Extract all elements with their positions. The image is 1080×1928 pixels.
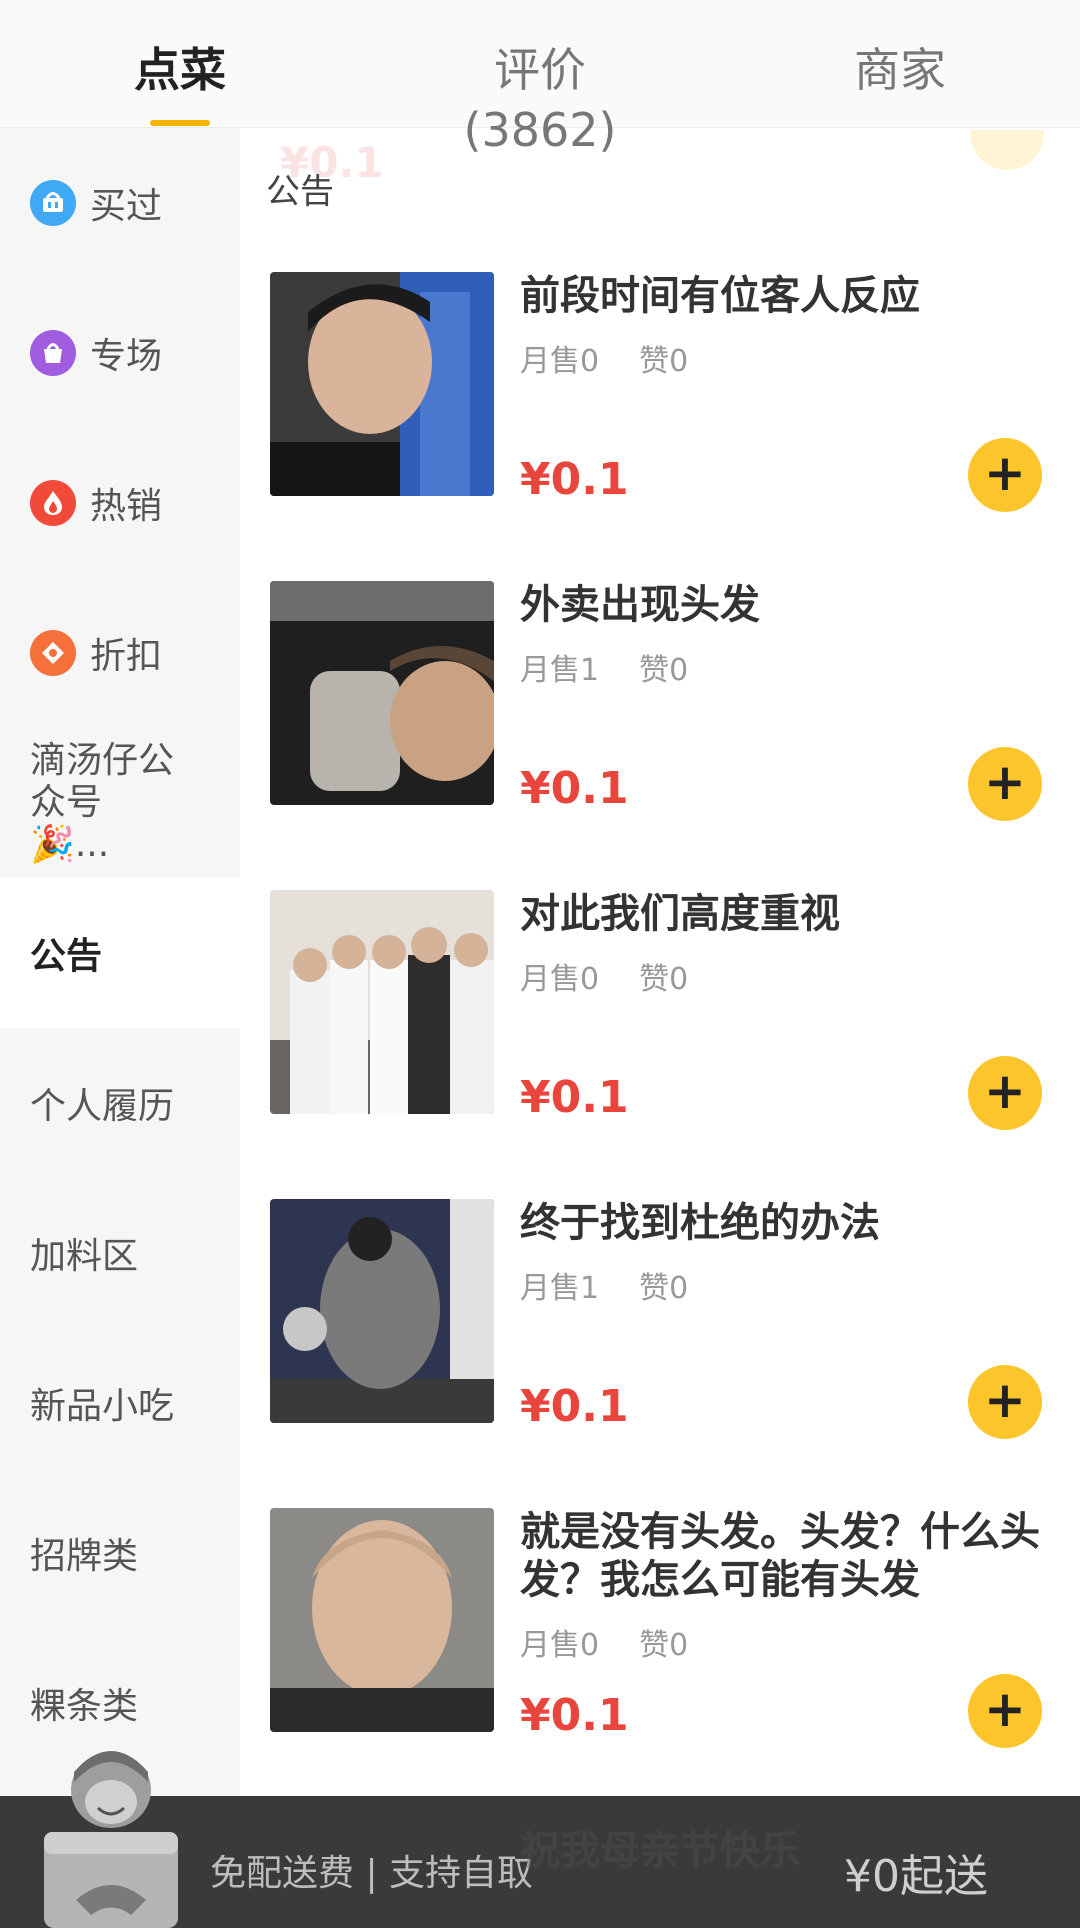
monthly-sales: 月售0 — [520, 344, 600, 379]
sidebar-item-hot[interactable]: 热销 — [0, 428, 240, 578]
monthly-sales: 月售0 — [520, 962, 600, 997]
bag-icon — [30, 330, 76, 376]
monthly-sales: 月售0 — [520, 1628, 600, 1663]
sidebar-item-label: 折扣 — [90, 636, 163, 677]
sidebar-item-label: 个人履历 — [30, 1086, 175, 1127]
dish-title: 外卖出现头发 — [520, 582, 760, 628]
partial-add-button-above — [970, 130, 1044, 170]
add-to-cart-button[interactable]: + — [968, 1674, 1042, 1748]
sidebar-item-label: 买过 — [90, 186, 163, 227]
tab-reviews[interactable]: 评价(3862) — [420, 40, 660, 157]
like-count: 赞0 — [639, 344, 689, 379]
sidebar-item-special[interactable]: 专场 — [0, 278, 240, 428]
monthly-sales: 月售1 — [520, 1271, 600, 1306]
sidebar-item-signature[interactable]: 招牌类 — [0, 1478, 240, 1628]
sidebar-item-discount[interactable]: 折扣 — [0, 578, 240, 728]
dish-photo — [270, 1508, 494, 1732]
fire-icon — [30, 480, 76, 526]
monthly-sales: 月售1 — [520, 653, 600, 688]
like-count: 赞0 — [639, 1271, 689, 1306]
sidebar-item-label: 公告 — [30, 936, 103, 977]
dish-photo — [270, 1199, 494, 1423]
like-count: 赞0 — [639, 653, 689, 688]
sidebar-item-resume[interactable]: 个人履历 — [0, 1028, 240, 1178]
category-sidebar[interactable]: 买过 专场 热销 折扣 滴汤仔公众号🎉... 公告 个人履历 加料区 新品小吃 … — [0, 128, 240, 1928]
dish-title: 对此我们高度重视 — [520, 891, 840, 937]
sidebar-item-label: 粿条类 — [30, 1686, 139, 1727]
sidebar-item-label: 新品小吃 — [30, 1386, 175, 1427]
section-title: 公告 — [266, 172, 334, 212]
dish-stats: 月售1 赞0 — [520, 1263, 688, 1307]
discount-tag-icon — [30, 630, 76, 676]
delivery-info: 免配送费 | 支持自取 — [210, 1853, 534, 1894]
dish-price: ¥0.1 — [520, 454, 629, 505]
dish-photo — [270, 581, 494, 805]
sidebar-item-label: 热销 — [90, 486, 163, 527]
sidebar-item-label: 招牌类 — [30, 1536, 139, 1577]
sidebar-item-label: 滴汤仔公众号🎉... — [30, 740, 175, 865]
sidebar-item-label: 加料区 — [30, 1236, 139, 1277]
dish-price: ¥0.1 — [520, 1381, 629, 1432]
sidebar-item-announcement[interactable]: 公告 — [0, 878, 240, 1028]
list-item[interactable]: 对此我们高度重视 月售0 赞0 ¥0.1 + — [270, 890, 1070, 1140]
dish-stats: 月售1 赞0 — [520, 645, 688, 689]
delivery-rider-mascot-icon — [36, 1750, 186, 1928]
dish-photo — [270, 890, 494, 1114]
add-to-cart-button[interactable]: + — [968, 1365, 1042, 1439]
sidebar-item-new-snacks[interactable]: 新品小吃 — [0, 1328, 240, 1478]
tab-merchant[interactable]: 商家 — [850, 40, 950, 100]
dish-title: 终于找到杜绝的办法 — [520, 1200, 880, 1246]
add-to-cart-button[interactable]: + — [968, 747, 1042, 821]
add-to-cart-button[interactable]: + — [968, 438, 1042, 512]
like-count: 赞0 — [639, 1628, 689, 1663]
top-tab-bar: 点菜 评价(3862) 商家 — [0, 0, 1080, 157]
partial-item-title-below: 祝我母亲节快乐 — [520, 1828, 800, 1874]
dish-title: 就是没有头发。头发？什么头发？我怎么可能有头发 — [520, 1509, 1040, 1603]
list-item[interactable]: 就是没有头发。头发？什么头发？我怎么可能有头发 月售0 赞0 ¥0.1 + — [270, 1508, 1070, 1758]
dish-price: ¥0.1 — [520, 1690, 629, 1741]
sidebar-item-bought[interactable]: 买过 — [0, 128, 240, 278]
minimum-order: ¥0起送 — [844, 1851, 988, 1902]
dish-title: 前段时间有位客人反应 — [520, 273, 920, 319]
dish-stats: 月售0 赞0 — [520, 1620, 688, 1664]
dish-stats: 月售0 赞0 — [520, 336, 688, 380]
add-to-cart-button[interactable]: + — [968, 1056, 1042, 1130]
basket-icon — [30, 180, 76, 226]
sidebar-item-toppings[interactable]: 加料区 — [0, 1178, 240, 1328]
sidebar-item-public-account[interactable]: 滴汤仔公众号🎉... — [0, 728, 240, 878]
list-item[interactable]: 终于找到杜绝的办法 月售1 赞0 ¥0.1 + — [270, 1199, 1070, 1449]
like-count: 赞0 — [639, 962, 689, 997]
dish-price: ¥0.1 — [520, 1072, 629, 1123]
tab-order[interactable]: 点菜 — [130, 40, 230, 100]
active-tab-indicator — [150, 120, 210, 126]
dish-stats: 月售0 赞0 — [520, 954, 688, 998]
sidebar-item-label: 专场 — [90, 336, 163, 377]
dish-price: ¥0.1 — [520, 763, 629, 814]
dish-photo — [270, 272, 494, 496]
list-item[interactable]: 外卖出现头发 月售1 赞0 ¥0.1 + — [270, 581, 1070, 831]
list-item[interactable]: 前段时间有位客人反应 月售0 赞0 ¥0.1 + — [270, 272, 1070, 522]
